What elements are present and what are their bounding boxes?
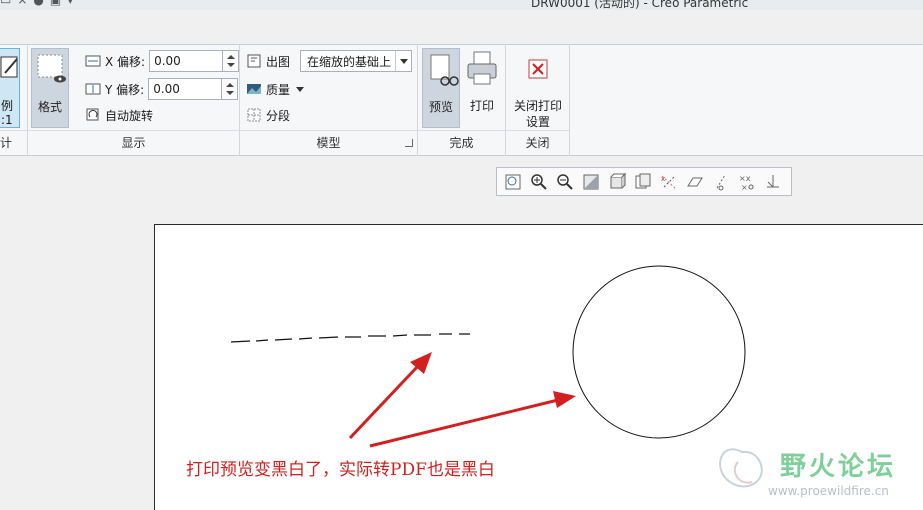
watermark-name: 野火论坛 bbox=[780, 452, 897, 482]
centerline bbox=[230, 333, 470, 343]
circle-feature bbox=[572, 265, 746, 439]
annotation-text: 打印预览变黑白了，实际转PDF也是黑白 bbox=[186, 460, 495, 480]
drawing-canvas bbox=[230, 265, 763, 488]
watermark-logo bbox=[719, 448, 763, 488]
watermark-url: www.proewildfire.cn bbox=[768, 484, 889, 498]
annotation-arrow-2 bbox=[369, 391, 576, 448]
annotation-arrow-1 bbox=[348, 352, 432, 440]
